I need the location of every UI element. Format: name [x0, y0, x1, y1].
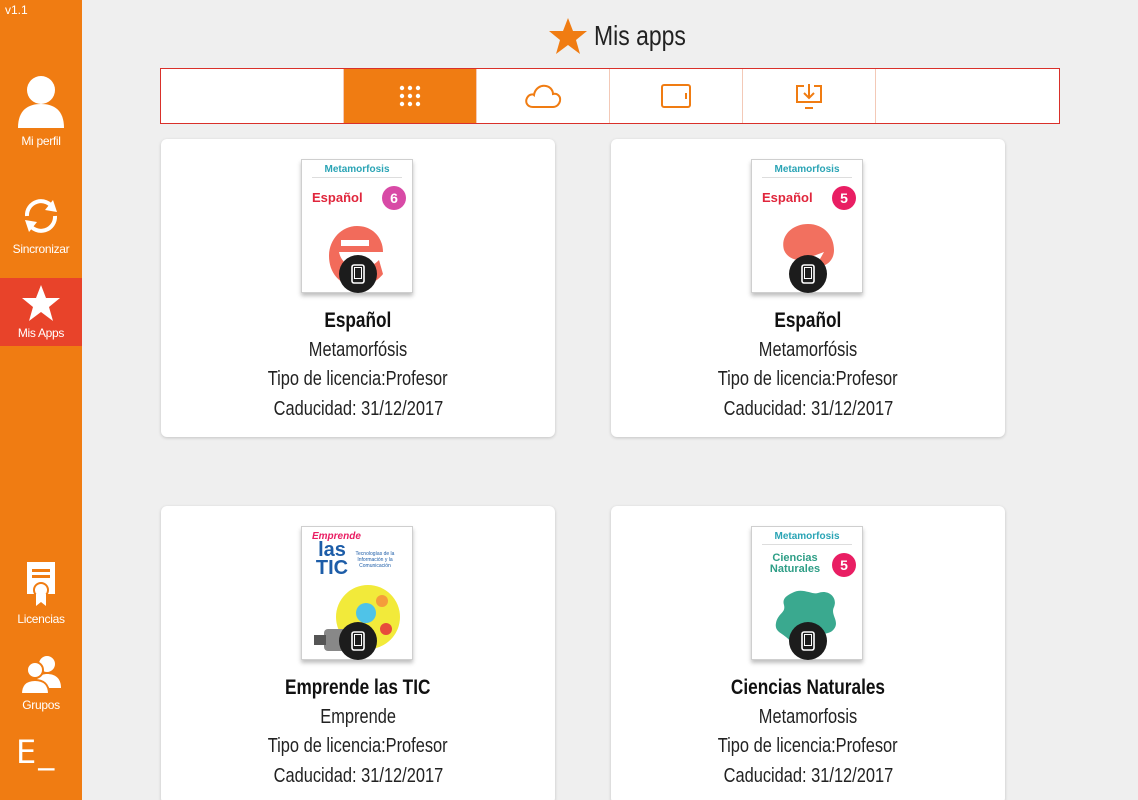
cover-subject: Español	[312, 190, 363, 205]
groups-icon	[19, 656, 61, 694]
cover-grade: 5	[832, 553, 856, 577]
filter-tabbar	[160, 68, 1060, 124]
license-icon	[27, 562, 55, 606]
app-publisher: Metamorfósis	[308, 339, 408, 361]
sidebar-item-label: Sincronizar	[12, 242, 70, 256]
app-card[interactable]: Metamorfosis Español 6 Español Metamorfó…	[161, 139, 555, 437]
app-title: Emprende las TIC	[285, 676, 431, 699]
cover-divider	[312, 177, 402, 178]
mobile-icon	[801, 264, 815, 284]
brand-logo: E_	[16, 733, 57, 771]
app-license: Tipo de licencia:Profesor	[718, 735, 898, 757]
grid-icon	[399, 85, 421, 107]
cover-tagline: Tecnologías de la Información y la Comun…	[355, 551, 395, 569]
device-badge	[339, 622, 377, 660]
app-card[interactable]: Metamorfosis Español 5 Español Metamorfó…	[611, 139, 1005, 437]
page-title: Mis apps	[594, 20, 686, 51]
cover-divider	[762, 177, 852, 178]
tablet-icon	[661, 84, 691, 108]
app-expiry: Caducidad: 31/12/2017	[723, 765, 893, 787]
app-version: v1.1	[5, 3, 28, 17]
tab-blank-right	[876, 69, 1059, 123]
page-header: Mis apps	[548, 16, 706, 56]
app-license: Tipo de licencia:Profesor	[268, 735, 448, 757]
sidebar-item-label: Licencias	[17, 612, 65, 626]
cloud-icon	[525, 84, 562, 108]
app-expiry: Caducidad: 31/12/2017	[273, 398, 443, 420]
sidebar-item-mis-apps[interactable]: Mis Apps	[0, 278, 82, 346]
app-title: Ciencias Naturales	[730, 676, 886, 699]
mobile-icon	[801, 631, 815, 651]
sidebar-item-profile[interactable]: Mi perfil	[0, 72, 82, 148]
sidebar: v1.1 Mi perfil Sincronizar Mis Apps Lice…	[0, 0, 82, 800]
app-publisher: Emprende	[320, 706, 396, 728]
user-icon	[18, 76, 64, 128]
mobile-icon	[351, 631, 365, 651]
tab-cloud[interactable]	[477, 69, 610, 123]
app-license: Tipo de licencia:Profesor	[718, 368, 898, 390]
sidebar-item-sync[interactable]: Sincronizar	[0, 194, 82, 256]
app-card[interactable]: Metamorfosis Ciencias Naturales 5 Cienci…	[611, 506, 1005, 800]
app-license: Tipo de licencia:Profesor	[268, 368, 448, 390]
tab-tablet[interactable]	[610, 69, 743, 123]
sync-icon	[25, 199, 57, 233]
app-publisher: Metamorfósis	[758, 339, 858, 361]
tab-download[interactable]	[743, 69, 876, 123]
cover-subject: Ciencias Naturales	[769, 552, 821, 575]
download-icon	[796, 84, 822, 109]
cover-brand: Metamorfosis	[774, 164, 840, 175]
device-badge	[339, 255, 377, 293]
cover-subject: Español	[762, 190, 813, 205]
device-badge	[789, 255, 827, 293]
app-expiry: Caducidad: 31/12/2017	[273, 765, 443, 787]
tab-all-apps[interactable]	[344, 69, 477, 123]
app-title: Español	[324, 309, 392, 332]
tab-blank-left	[161, 69, 344, 123]
app-card[interactable]: Emprende las TIC Tecnologías de la Infor…	[161, 506, 555, 800]
star-icon	[549, 18, 587, 54]
cover-grade: 5	[832, 186, 856, 210]
sidebar-item-label: Grupos	[22, 698, 60, 712]
cover-brand: Metamorfosis	[324, 164, 390, 175]
cover-divider	[762, 544, 852, 545]
sidebar-item-grupos[interactable]: Grupos	[0, 654, 82, 712]
sidebar-item-label: Mis Apps	[17, 326, 65, 340]
app-title: Español	[774, 309, 842, 332]
sidebar-item-licencias[interactable]: Licencias	[0, 560, 82, 626]
app-expiry: Caducidad: 31/12/2017	[723, 398, 893, 420]
app-publisher: Metamorfosis	[758, 706, 858, 728]
star-icon	[22, 285, 60, 321]
cover-brand: Metamorfosis	[774, 531, 840, 542]
device-badge	[789, 622, 827, 660]
mobile-icon	[351, 264, 365, 284]
cover-grade: 6	[382, 186, 406, 210]
sidebar-item-label: Mi perfil	[21, 134, 61, 148]
